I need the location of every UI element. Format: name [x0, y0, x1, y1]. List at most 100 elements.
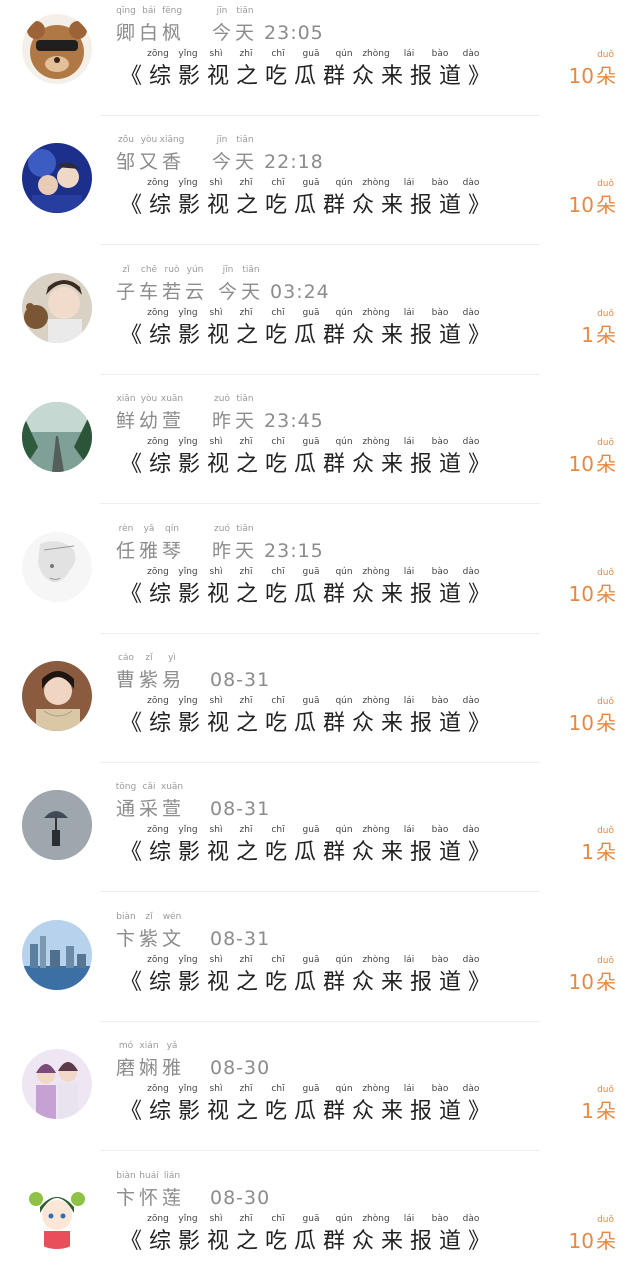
post-time: 23:15 [264, 540, 324, 562]
unit-pinyin: duǒ [597, 309, 614, 319]
post-day: 昨天 [212, 410, 259, 432]
pinyin-syllable: cáo [118, 653, 134, 663]
post-day: 昨天 [212, 540, 259, 562]
user-name[interactable]: 任雅琴 [116, 536, 212, 563]
list-item[interactable]: biàn huái lián 卞怀莲 08-30 zōng yǐng shì zhī chī g… [0, 1165, 640, 1274]
pinyin-syllable: lián [163, 1171, 181, 1181]
pinyin-syllable: ruò [164, 265, 180, 275]
pinyin-syllable: yún [186, 265, 204, 275]
post-day: 今天 [212, 151, 259, 173]
user-name[interactable]: 卿白枫 [116, 18, 212, 45]
flower-count: duǒ 10 朵 [556, 179, 616, 219]
unit-label: 朵 [596, 711, 616, 735]
count-value: 10 [568, 970, 594, 994]
user-name[interactable]: 邹又香 [116, 147, 212, 174]
pinyin-syllable: chē [140, 265, 158, 275]
user-name[interactable]: 通采萱 [116, 794, 212, 821]
book-title[interactable]: 《综影视之吃瓜群众来报道》 [120, 834, 497, 865]
user-name[interactable]: 磨娴雅 [116, 1053, 212, 1080]
pinyin-syllable: tiān [236, 394, 254, 404]
book-title[interactable]: 《综影视之吃瓜群众来报道》 [120, 446, 497, 477]
book-title[interactable]: 《综影视之吃瓜群众来报道》 [120, 317, 497, 348]
blue-couple-avatar[interactable] [22, 143, 92, 213]
book-title[interactable]: 《综影视之吃瓜群众来报道》 [120, 187, 497, 218]
list-item[interactable]: zǐ chē ruò yún jīn tiān 子车若云 今天 03:24 zōng yǐng s… [0, 259, 640, 389]
pinyin-syllable: zuó [214, 394, 230, 404]
pinyin-syllable: xián [139, 1041, 159, 1051]
unit-label: 朵 [596, 970, 616, 994]
count-value: 10 [568, 711, 594, 735]
name-line: 任雅琴 昨天 23:15 [116, 536, 324, 563]
list-item[interactable]: cáo zǐ yì 曹紫易 08-31 zōng yǐng shì zhī chī guā qún… [0, 647, 640, 777]
user-name[interactable]: 子车若云 [116, 277, 218, 304]
flower-count: duǒ 1朵 [556, 826, 616, 866]
unit-label: 朵 [596, 323, 616, 347]
pinyin-syllable: biàn [116, 1171, 136, 1181]
pinyin-syllable: jīn [222, 265, 234, 275]
count-value: 1 [581, 840, 594, 864]
flower-count: duǒ 10 朵 [556, 50, 616, 90]
post-time: 08-31 [210, 798, 271, 820]
unit-pinyin: duǒ [597, 1215, 614, 1225]
pinyin-syllable: tiān [236, 6, 254, 16]
post-time: 03:24 [270, 281, 330, 303]
unit-label: 朵 [596, 582, 616, 606]
two-girls-avatar[interactable] [22, 1049, 92, 1119]
list-item[interactable]: zōu yòu xiāng jīn tiān 邹又香 今天 22:18 zōng yǐng sh… [0, 129, 640, 259]
divider [100, 762, 540, 763]
post-time: 23:45 [264, 410, 324, 432]
pinyin-syllable: zǐ [122, 265, 130, 275]
pinyin-syllable: tōng [115, 782, 137, 792]
user-name[interactable]: 曹紫易 [116, 665, 212, 692]
pinyin-syllable: yòu [140, 135, 158, 145]
name-line: 邹又香 今天 22:18 [116, 147, 324, 174]
woman-portrait-avatar[interactable] [22, 661, 92, 731]
pinyin-syllable: tiān [242, 265, 260, 275]
forest-road-avatar[interactable] [22, 402, 92, 472]
city-skyline-avatar[interactable] [22, 920, 92, 990]
book-title[interactable]: 《综影视之吃瓜群众来报道》 [120, 58, 497, 89]
book-title[interactable]: 《综影视之吃瓜群众来报道》 [120, 1223, 497, 1254]
divider [100, 891, 540, 892]
book-title[interactable]: 《综影视之吃瓜群众来报道》 [120, 1093, 497, 1124]
list-item[interactable]: tōng cǎi xuān 通采萱 08-31 zōng yǐng shì zhī chī gu… [0, 776, 640, 906]
list-item[interactable]: xiān yòu xuān zuó tiān 鲜幼萱 昨天 23:45 zōng yǐng sh… [0, 388, 640, 518]
book-title[interactable]: 《综影视之吃瓜群众来报道》 [120, 964, 497, 995]
divider [100, 1150, 540, 1151]
count-value: 10 [568, 193, 594, 217]
list-item[interactable]: rèn yǎ qín zuó tiān 任雅琴 昨天 23:15 zōng yǐng shì zh… [0, 518, 640, 648]
pinyin-syllable: wén [162, 912, 182, 922]
unit-label: 朵 [596, 1229, 616, 1253]
book-title[interactable]: 《综影视之吃瓜群众来报道》 [120, 576, 497, 607]
pinyin-syllable: jīn [216, 135, 228, 145]
list-item[interactable]: mó xián yǎ 磨娴雅 08-30 zōng yǐng shì zhī chī guā qú… [0, 1035, 640, 1165]
user-name[interactable]: 卞怀莲 [116, 1183, 212, 1210]
boy-with-bear-avatar[interactable] [22, 273, 92, 343]
bear-sunglasses-avatar[interactable] [22, 14, 92, 84]
flower-count: duǒ 1朵 [556, 309, 616, 349]
pinyin-syllable: xiāng [159, 135, 185, 145]
post-time: 08-31 [210, 669, 271, 691]
user-name[interactable]: 鲜幼萱 [116, 406, 212, 433]
post-time: 08-30 [210, 1057, 271, 1079]
flower-count: duǒ 10 朵 [556, 956, 616, 996]
unit-pinyin: duǒ [597, 1085, 614, 1095]
anime-girl-avatar[interactable] [22, 1179, 92, 1249]
name-line: 曹紫易 08-31 [116, 665, 271, 692]
list-item[interactable]: biàn zǐ wén 卞紫文 08-31 zōng yǐng shì zhī chī guā q… [0, 906, 640, 1036]
pinyin-syllable: fēng [161, 6, 183, 16]
pinyin-syllable: rèn [118, 524, 134, 534]
name-line: 卿白枫 今天 23:05 [116, 18, 324, 45]
pinyin-syllable: jīn [216, 6, 228, 16]
book-title[interactable]: 《综影视之吃瓜群众来报道》 [120, 705, 497, 736]
unit-pinyin: duǒ [597, 956, 614, 966]
list-item[interactable]: qīng bái fēng jīn tiān 卿白枫 今天 23:05 zōng yǐng sh… [0, 0, 640, 130]
sketch-portrait-avatar[interactable] [22, 532, 92, 602]
rain-umbrella-avatar[interactable] [22, 790, 92, 860]
pinyin-syllable: zǐ [145, 653, 153, 663]
pinyin-syllable: biàn [116, 912, 136, 922]
user-name[interactable]: 卞紫文 [116, 924, 212, 951]
flower-count: duǒ 10 朵 [556, 568, 616, 608]
divider [100, 244, 540, 245]
pinyin-syllable: mó [118, 1041, 134, 1051]
